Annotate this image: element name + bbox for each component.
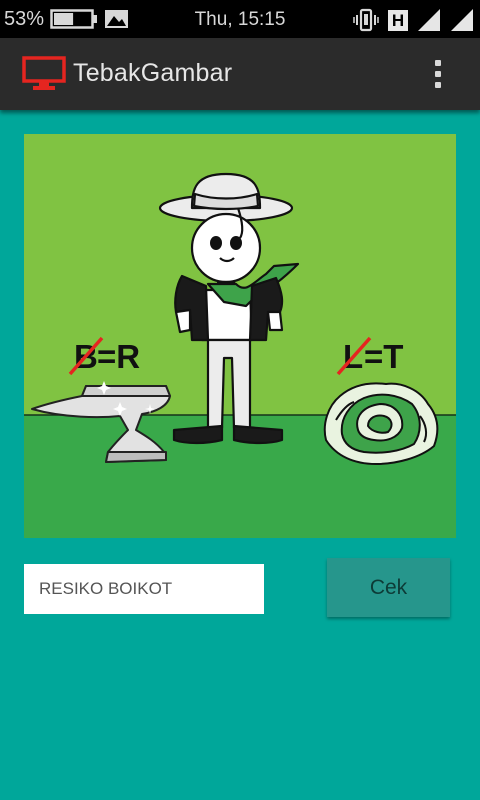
left-clue: B =R (68, 336, 140, 376)
hspa-icon: H (388, 9, 408, 31)
check-button[interactable]: Cek (327, 558, 450, 617)
puzzle-image: B =R L =T (24, 134, 456, 538)
status-right: H (353, 7, 474, 33)
overflow-menu-icon[interactable] (420, 52, 456, 96)
left-clue-rest: =R (97, 338, 140, 375)
cabbage (323, 382, 439, 465)
vibrate-icon (353, 8, 379, 32)
right-clue: L =T (336, 336, 403, 376)
signal-icon (418, 9, 440, 31)
app-title: TebakGambar (73, 59, 233, 87)
status-bar: 53% Thu, 15:15 H (0, 0, 480, 38)
signal-icon (451, 9, 473, 31)
right-clue-rest: =T (364, 338, 403, 375)
tv-icon (22, 56, 66, 90)
answer-input[interactable] (24, 564, 264, 614)
action-bar: TebakGambar (0, 38, 480, 110)
